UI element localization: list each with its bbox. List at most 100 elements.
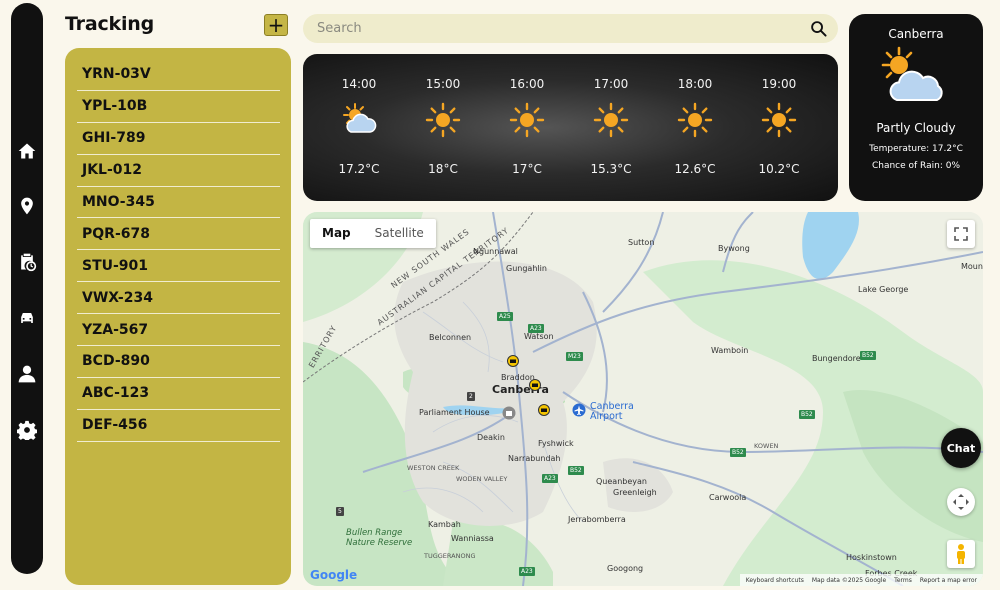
list-item[interactable]: PQR-678: [77, 218, 280, 251]
home-icon[interactable]: [17, 141, 37, 161]
list-item[interactable]: JKL-012: [77, 155, 280, 187]
vehicle-marker-icon[interactable]: [507, 355, 519, 367]
pegman-icon[interactable]: [947, 540, 975, 568]
landmark-icon[interactable]: [502, 406, 516, 420]
map-label: Googong: [607, 564, 644, 573]
map-label: Jerrabomberra: [568, 515, 626, 524]
search-input[interactable]: [317, 18, 797, 39]
keyboard-shortcuts-link[interactable]: Keyboard shortcuts: [746, 577, 804, 584]
map-label: Carwoola: [709, 493, 747, 502]
forecast-time: 19:00: [761, 77, 797, 91]
forecast-time: 16:00: [509, 77, 545, 91]
road-shield: A23: [542, 474, 558, 483]
map-label: Deakin: [477, 433, 505, 442]
map-label: Queanbeyan: [596, 477, 647, 486]
tab-satellite[interactable]: Satellite: [363, 219, 436, 248]
forecast-temp: 15.3°C: [590, 162, 632, 176]
sun-icon: [593, 102, 629, 138]
location-pin-icon[interactable]: [17, 196, 37, 216]
road-shield: 2: [467, 392, 475, 401]
car-icon[interactable]: [17, 308, 37, 328]
page-title: Tracking: [65, 13, 155, 35]
map-label: Parliament House: [419, 408, 490, 417]
schedule-clipboard-icon[interactable]: [17, 252, 37, 272]
forecast-hour: 16:00 17°C: [492, 54, 562, 201]
forecast-hour: 14:00 17.2°C: [324, 54, 394, 201]
map-data-label: Map data ©2025 Google: [811, 576, 887, 584]
road-shield: A23: [528, 324, 544, 333]
map-type-tabs: Map Satellite: [310, 219, 436, 248]
terms-link[interactable]: Terms: [894, 577, 912, 584]
sun-icon: [677, 102, 713, 138]
vehicle-marker-icon[interactable]: [538, 404, 550, 416]
forecast-hour: 19:00 10.2°C: [744, 54, 814, 201]
road-shield: A23: [519, 567, 535, 576]
map-label: Ngunnawal: [473, 247, 518, 256]
forecast-time: 17:00: [593, 77, 629, 91]
list-item[interactable]: ABC-123: [77, 378, 280, 410]
chat-button[interactable]: Chat: [941, 428, 981, 468]
list-item[interactable]: BCD-890: [77, 346, 280, 378]
map-label: Belconnen: [429, 333, 472, 342]
search-icon[interactable]: [810, 20, 827, 37]
map-label: Greenleigh: [613, 488, 657, 497]
map-label: WODEN VALLEY: [456, 475, 508, 483]
gear-icon[interactable]: [17, 420, 37, 440]
map-label: Fyshwick: [538, 439, 574, 448]
current-rain-chance: Chance of Rain: 0%: [871, 161, 961, 171]
road-shield: B52: [568, 466, 584, 475]
map-label: Wamboin: [711, 346, 749, 355]
current-condition: Partly Cloudy: [876, 121, 956, 135]
road-shield: M23: [566, 352, 583, 361]
list-item[interactable]: VWX-234: [77, 282, 280, 315]
map-label: Hoskinstown: [846, 553, 897, 562]
map-label: Bungendore: [812, 354, 861, 363]
fullscreen-icon[interactable]: [947, 220, 975, 248]
map-label: Bullen Range Nature Reserve: [346, 528, 413, 548]
current-temperature: Temperature: 17.2°C: [869, 144, 963, 154]
forecast-temp: 17.2°C: [338, 162, 380, 176]
vehicle-list: YRN-03V YPL-10B GHI-789 JKL-012 MNO-345 …: [77, 59, 280, 442]
map[interactable]: Map Satellite NEW SOUTH WALES AUSTRALIAN…: [303, 212, 983, 586]
report-map-error-link[interactable]: Report a map error: [920, 577, 977, 584]
hourly-forecast: 14:00 17.2°C 15:00 18°C 16:00 17°C 17:00…: [303, 54, 838, 201]
list-item[interactable]: MNO-345: [77, 187, 280, 219]
map-label: Watson: [524, 332, 554, 341]
partly-cloudy-icon: [343, 103, 377, 133]
google-logo-text: Google: [310, 568, 358, 582]
current-weather-card: Canberra Partly Cloudy Temperature: 17.2…: [849, 14, 983, 201]
current-city: Canberra: [888, 27, 944, 41]
airport-icon[interactable]: [572, 403, 586, 417]
sun-icon: [509, 102, 545, 138]
list-item[interactable]: YRN-03V: [77, 59, 280, 91]
list-item[interactable]: GHI-789: [77, 123, 280, 155]
road-shield: 5: [336, 507, 344, 516]
map-label: Gungahlin: [506, 264, 547, 273]
add-vehicle-button[interactable]: +: [264, 14, 288, 36]
sidebar: [11, 3, 43, 574]
forecast-hour: 17:00 15.3°C: [576, 54, 646, 201]
road-shield: B52: [860, 351, 876, 360]
search-bar: [303, 14, 838, 43]
map-label: Bywong: [718, 244, 750, 253]
forecast-temp: 18°C: [428, 162, 458, 176]
pan-control-icon[interactable]: [947, 488, 975, 516]
sun-icon: [761, 102, 797, 138]
forecast-temp: 10.2°C: [758, 162, 800, 176]
list-item[interactable]: DEF-456: [77, 410, 280, 442]
map-label: Wanniassa: [451, 534, 494, 543]
vehicle-marker-icon[interactable]: [529, 379, 541, 391]
road-shield: A25: [497, 312, 513, 321]
user-icon[interactable]: [17, 364, 37, 384]
map-label: Mount: [961, 262, 983, 271]
map-label: KOWEN: [754, 442, 779, 450]
map-label: Kambah: [428, 520, 461, 529]
tab-map[interactable]: Map: [310, 219, 363, 248]
map-label: Narrabundah: [508, 454, 561, 463]
list-item[interactable]: YPL-10B: [77, 91, 280, 123]
map-footer: Keyboard shortcuts Map data ©2025 Google…: [739, 574, 983, 586]
map-label: WESTON CREEK: [407, 464, 460, 472]
list-item[interactable]: STU-901: [77, 250, 280, 283]
list-item[interactable]: YZA-567: [77, 314, 280, 347]
forecast-hour: 18:00 12.6°C: [660, 54, 730, 201]
